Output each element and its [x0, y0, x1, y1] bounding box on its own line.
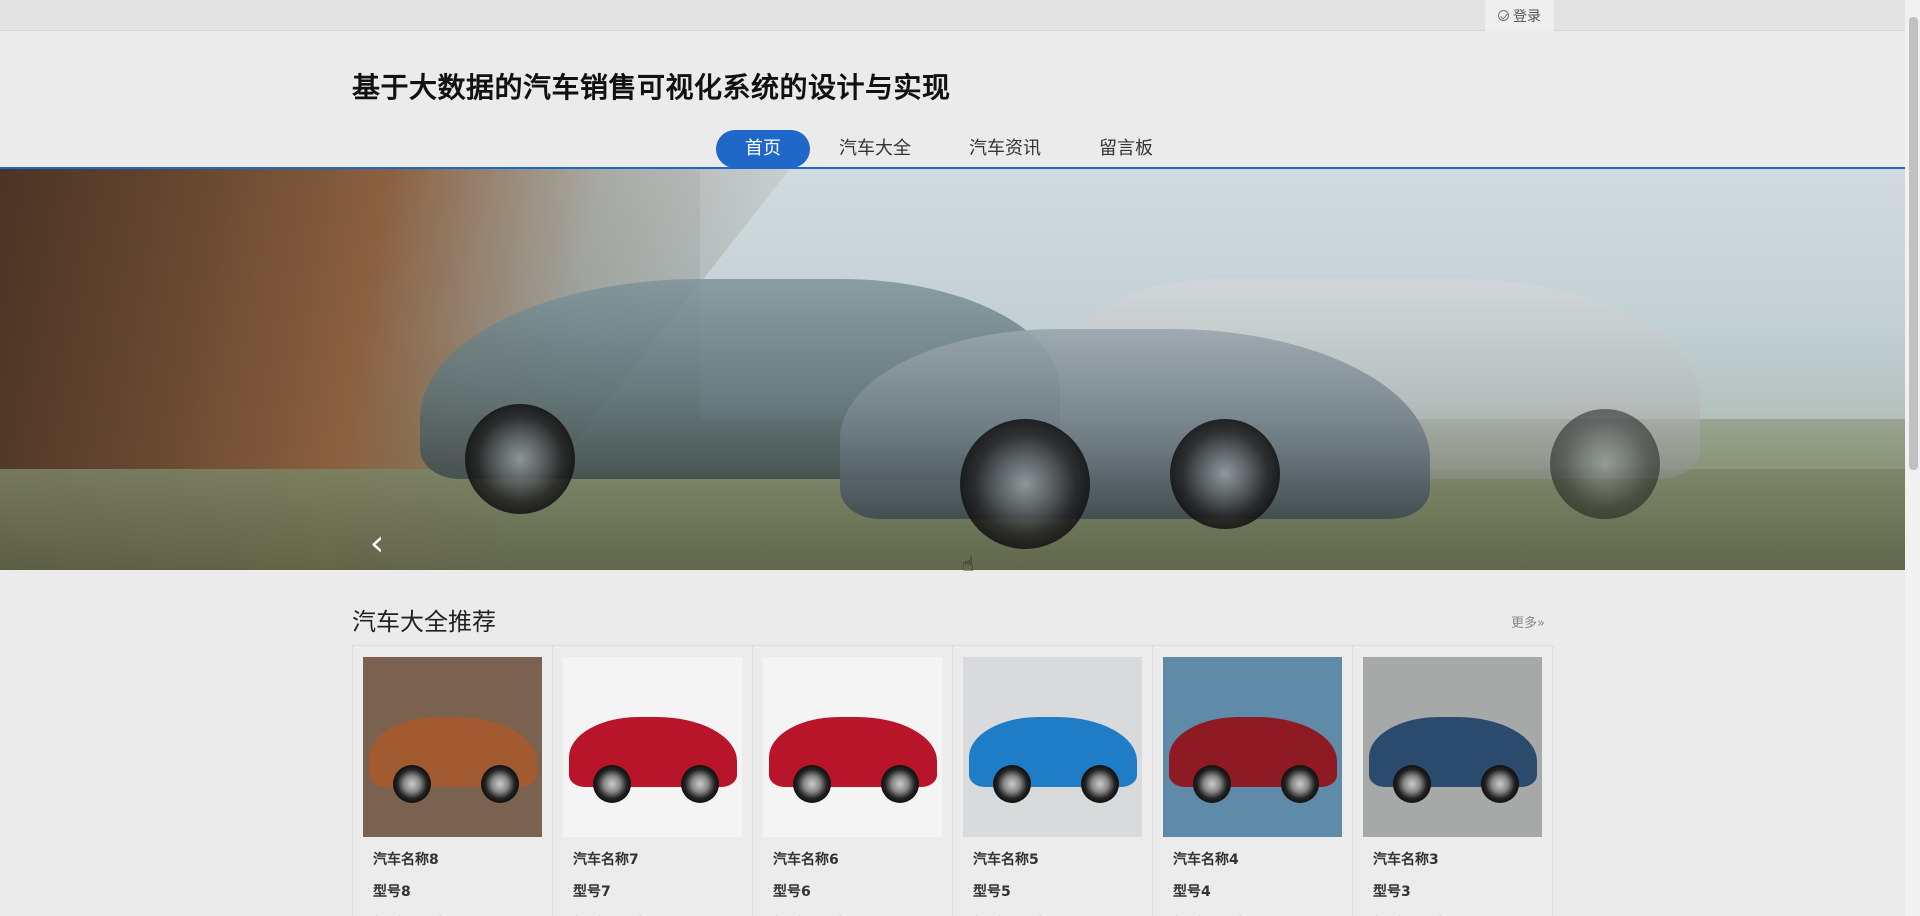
car-wheel: [1281, 765, 1319, 803]
car-grid: 汽车名称8型号8级别:A00级汽车名称7型号7级别:A00级汽车名称6型号6级别…: [352, 645, 1553, 916]
car-image[interactable]: [363, 657, 542, 837]
car-model: 型号5: [973, 884, 1011, 900]
banner-wheel: [1170, 419, 1280, 529]
main-nav: 首页 汽车大全 汽车资讯 留言板: [716, 130, 1182, 168]
car-wheel: [1393, 765, 1431, 803]
car-card[interactable]: 汽车名称7型号7级别:A00级: [553, 646, 753, 916]
car-wheel: [681, 765, 719, 803]
car-model: 型号6: [773, 884, 811, 900]
car-name[interactable]: 汽车名称8: [373, 849, 542, 869]
scrollbar-thumb[interactable]: [1909, 17, 1918, 470]
banner-wheel: [465, 404, 575, 514]
section-title: 汽车大全推荐: [352, 608, 496, 636]
banner-wheel: [960, 419, 1090, 549]
login-button[interactable]: 登录: [1485, 0, 1554, 31]
hand-cursor-icon: ☝: [962, 552, 975, 576]
car-wheel: [593, 765, 631, 803]
car-wheel: [1481, 765, 1519, 803]
login-label: 登录: [1513, 8, 1541, 25]
car-wheel: [393, 765, 431, 803]
car-wheel: [1081, 765, 1119, 803]
site-title: 基于大数据的汽车销售可视化系统的设计与实现: [352, 71, 951, 104]
car-model: 型号8: [373, 884, 411, 900]
car-card[interactable]: 汽车名称6型号6级别:A00级: [753, 646, 953, 916]
car-name[interactable]: 汽车名称6: [773, 849, 942, 869]
car-image[interactable]: [563, 657, 742, 837]
car-wheel: [1193, 765, 1231, 803]
car-card[interactable]: 汽车名称8型号8级别:A00级: [353, 646, 553, 916]
car-image[interactable]: [763, 657, 942, 837]
more-link[interactable]: 更多»: [1511, 612, 1545, 631]
scrollbar[interactable]: [1905, 0, 1920, 916]
car-wheel: [481, 765, 519, 803]
nav-item-cars[interactable]: 汽车大全: [810, 130, 940, 168]
car-card[interactable]: 汽车名称3型号3级别:A00级: [1353, 646, 1553, 916]
car-card[interactable]: 汽车名称5型号5级别:A00级: [953, 646, 1153, 916]
car-wheel: [793, 765, 831, 803]
banner-wheel: [1550, 409, 1660, 519]
nav-item-messages[interactable]: 留言板: [1070, 130, 1182, 168]
car-name[interactable]: 汽车名称7: [573, 849, 742, 869]
car-card[interactable]: 汽车名称4型号4级别:A00级: [1153, 646, 1353, 916]
car-image[interactable]: [963, 657, 1142, 837]
carousel-prev-icon[interactable]: ‹: [365, 524, 389, 564]
car-model: 型号7: [573, 884, 611, 900]
car-wheel: [881, 765, 919, 803]
car-image[interactable]: [1163, 657, 1342, 837]
check-circle-icon: [1498, 10, 1509, 21]
nav-item-news[interactable]: 汽车资讯: [940, 130, 1070, 168]
car-wheel: [993, 765, 1031, 803]
car-model: 型号4: [1173, 884, 1211, 900]
car-model: 型号3: [1373, 884, 1411, 900]
car-name[interactable]: 汽车名称5: [973, 849, 1142, 869]
top-bar: 登录: [0, 0, 1905, 31]
nav-item-home[interactable]: 首页: [716, 130, 810, 168]
car-name[interactable]: 汽车名称3: [1373, 849, 1542, 869]
car-image[interactable]: [1363, 657, 1542, 837]
banner-carousel[interactable]: ‹: [0, 169, 1905, 570]
car-name[interactable]: 汽车名称4: [1173, 849, 1342, 869]
